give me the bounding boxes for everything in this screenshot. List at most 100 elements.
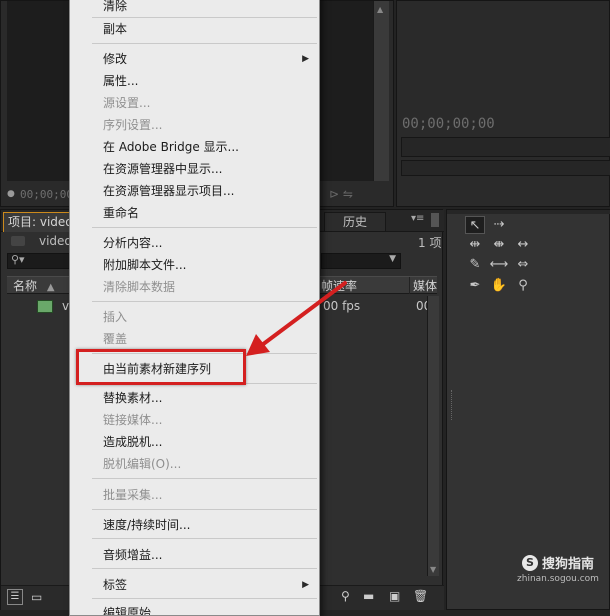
menu-item-label: 重命名 [103,206,140,220]
submenu-arrow-icon: ▶ [302,54,309,64]
item-count: 1 项 [418,236,442,250]
column-media-label: 媒体 [413,279,437,293]
track-select-icon[interactable]: ⇢ [489,216,509,234]
search-icon: ⚲▾ [11,253,25,266]
menu-item-source-settings[interactable]: 源设置... [70,92,319,114]
menu-item-link-media[interactable]: 链接媒体... [70,409,319,431]
menu-item-label: 脱机编辑(O)... [103,457,182,471]
razor-icon[interactable]: ✎ [465,256,485,274]
menu-item-attach-script[interactable]: 附加脚本文件... [70,254,319,276]
column-name-header[interactable]: 名称 ▲ [13,277,55,294]
rolling-edit-icon[interactable]: ⇼ [489,236,509,254]
menu-item-label: 批量采集... [103,488,163,502]
program-zoom-bar[interactable] [401,160,610,176]
selection-tool-icon[interactable]: ↖ [465,216,485,234]
menu-item-label: 清除脚本数据 [103,280,176,294]
menu-item-label: 副本 [103,22,128,36]
menu-item-speed-duration[interactable]: 速度/持续时间... [70,514,319,536]
icon-view-icon[interactable]: ▭ [31,590,42,604]
menu-item-edit-original[interactable]: 编辑原始 [70,602,319,616]
menu-item-label: 修改 [103,52,128,66]
menu-separator [92,538,317,539]
source-controls-icon[interactable]: ⊳ ⇋ [329,187,353,201]
bin-name: video [39,234,72,248]
submenu-arrow-icon: ▶ [302,580,309,590]
find-icon[interactable]: ⚲ [341,589,350,603]
folder-icon [11,236,25,246]
pen-icon[interactable]: ✒ [465,277,485,295]
new-bin-icon[interactable]: ▬ [363,589,374,603]
menu-separator [92,509,317,510]
scroll-down-icon[interactable]: ▼ [430,565,436,574]
tools-header [447,210,610,214]
menu-item-properties[interactable]: 属性... [70,70,319,92]
menu-item-label: 编辑原始 [103,606,152,616]
column-name-label: 名称 [13,279,38,293]
menu-item-make-offline[interactable]: 造成脱机... [70,431,319,453]
project-scrollbar[interactable]: ▼ [427,296,439,576]
hand-icon[interactable]: ✋ [489,277,509,295]
menu-item-reveal-explorer[interactable]: 在资源管理器中显示... [70,158,319,180]
program-time-ruler[interactable] [401,137,610,157]
menu-item-label: 速度/持续时间... [103,518,191,532]
menu-item-label: 属性... [103,74,139,88]
menu-item-overwrite[interactable]: 覆盖 [70,328,319,350]
menu-item-label: 造成脱机... [103,435,163,449]
menu-item-label: 插入 [103,310,128,324]
menu-item-analyze[interactable]: 分析内容... [70,232,319,254]
highlight-box [76,349,246,385]
menu-item-replace-footage[interactable]: 替换素材... [70,387,319,409]
column-framerate-label: 帧速率 [321,279,358,293]
menu-item-rename[interactable]: 重命名 [70,202,319,224]
new-item-icon[interactable]: ▣ [389,589,400,603]
menu-item-modify[interactable]: 修改 ▶ [70,48,319,70]
project-tab[interactable]: 项目: video [3,212,71,232]
menu-item-label: 在 Adobe Bridge 显示... [103,140,239,154]
menu-item-label: 链接媒体... [103,413,163,427]
playhead-icon[interactable]: ● [7,189,15,199]
panel-divider-grip[interactable] [451,390,454,420]
search-input[interactable]: ⚲▾ [7,253,71,269]
close-icon[interactable] [431,213,439,227]
menu-item-label: 序列设置... [103,118,163,132]
menu-item-edit-offline[interactable]: 脱机编辑(O)... [70,453,319,475]
menu-item-batch-capture[interactable]: 批量采集... [70,484,319,506]
rate-stretch-icon[interactable]: ↔ [513,236,533,254]
program-timecode[interactable]: 00;00;00;00 [402,116,495,132]
source-scrollbar[interactable]: ▲ [373,1,389,181]
in-dropdown[interactable]: ▼ [321,253,401,269]
menu-item-label: 在资源管理器显示项目... [103,184,235,198]
menu-item-label: 覆盖 [103,332,128,346]
menu-item-duplicate[interactable]: 副本 [70,18,319,40]
delete-icon[interactable]: 🗑 [413,589,428,603]
menu-item-clear-script[interactable]: 清除脚本数据 [70,276,319,298]
tab-history[interactable]: 历史 [324,212,386,232]
menu-separator [92,227,317,228]
watermark-url: zhinan.sogou.com [517,574,599,584]
menu-separator [92,43,317,44]
ripple-edit-icon[interactable]: ⇹ [465,236,485,254]
list-view-icon[interactable]: ☰ [7,589,23,605]
zoom-icon[interactable]: ⚲ [513,277,533,295]
menu-item-clear[interactable]: 清除 [70,0,319,17]
menu-item-label-submenu[interactable]: 标签 ▶ [70,574,319,596]
panel-menu-icon[interactable]: ▾≡ [411,213,424,224]
tab-history-label: 历史 [342,215,367,229]
slide-icon[interactable]: ⇔ [513,256,533,274]
menu-item-insert[interactable]: 插入 [70,306,319,328]
menu-separator [92,598,317,599]
column-framerate-header[interactable]: 帧速率 [321,277,409,294]
menu-item-label: 替换素材... [103,391,163,405]
video-clip-icon [37,300,53,313]
menu-item-label: 清除 [103,0,128,13]
menu-item-reveal-bridge[interactable]: 在 Adobe Bridge 显示... [70,136,319,158]
scroll-up-icon[interactable]: ▲ [377,5,383,14]
menu-item-label: 音频增益... [103,548,163,562]
column-media-header[interactable]: 媒体 [409,277,437,294]
menu-item-audio-gain[interactable]: 音频增益... [70,544,319,566]
menu-item-sequence-settings[interactable]: 序列设置... [70,114,319,136]
menu-item-label: 附加脚本文件... [103,258,187,272]
slip-icon[interactable]: ⟷ [489,256,509,274]
menu-separator [92,568,317,569]
menu-item-reveal-project[interactable]: 在资源管理器显示项目... [70,180,319,202]
